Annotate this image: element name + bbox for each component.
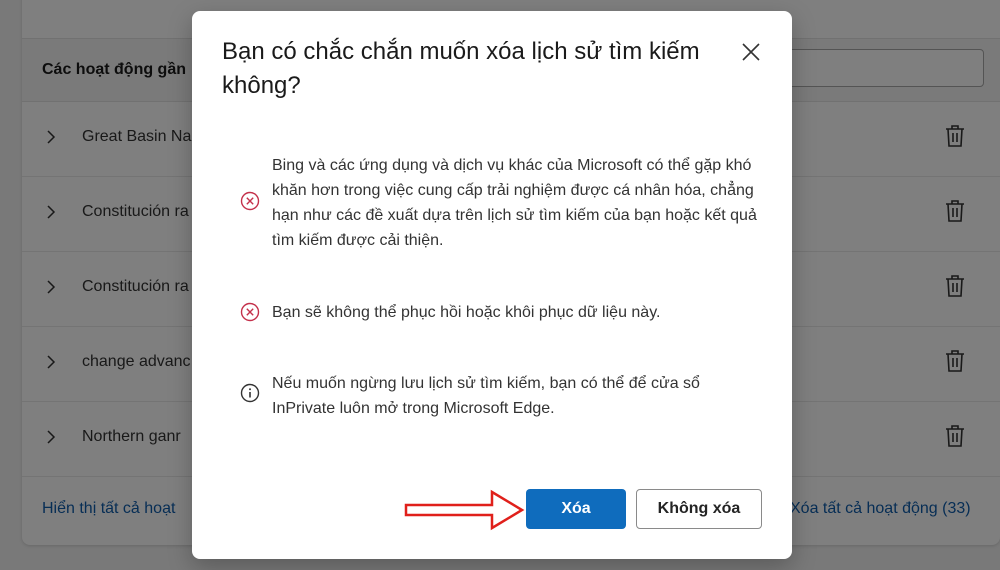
close-icon[interactable] — [740, 41, 762, 63]
info-item-text: Nếu muốn ngừng lưu lịch sử tìm kiếm, bạn… — [272, 375, 700, 417]
warning-item-text: Bing và các ứng dụng và dịch vụ khác của… — [272, 157, 757, 249]
info-circle-icon — [240, 383, 260, 403]
confirm-delete-button[interactable]: Xóa — [526, 489, 626, 529]
annotation-arrow-icon — [404, 489, 525, 531]
error-circle-icon — [240, 191, 260, 211]
error-circle-icon — [240, 302, 260, 322]
cancel-button[interactable]: Không xóa — [636, 489, 762, 529]
warning-item-text: Bạn sẽ không thể phục hồi hoặc khôi phục… — [272, 304, 661, 321]
confirm-delete-dialog: Bạn có chắc chắn muốn xóa lịch sử tìm ki… — [192, 11, 792, 559]
dialog-title: Bạn có chắc chắn muốn xóa lịch sử tìm ki… — [222, 38, 700, 99]
